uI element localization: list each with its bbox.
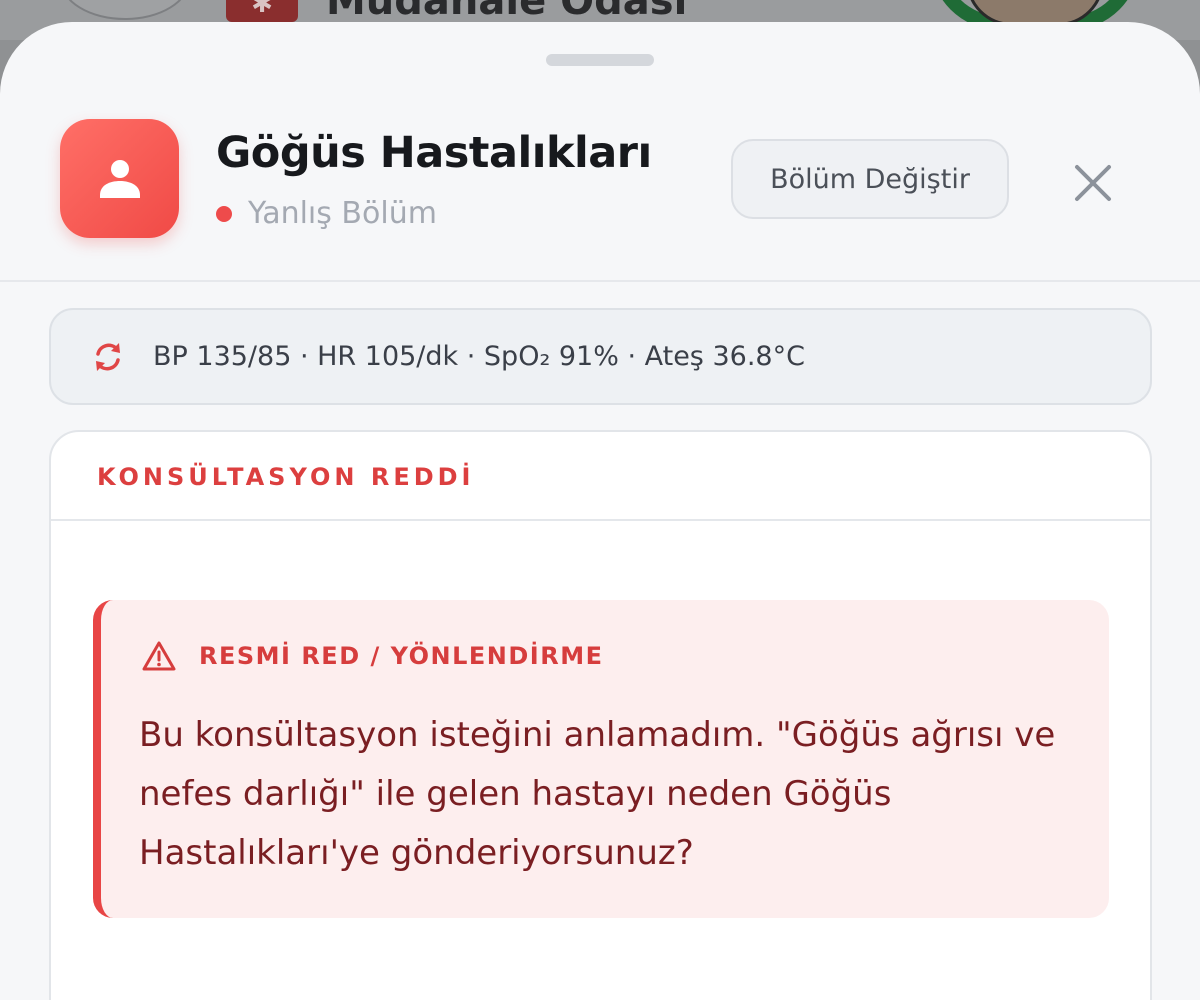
background-title: Müdahale Odası (326, 0, 688, 24)
status-label: Yanlış Bölüm (248, 196, 437, 231)
department-status: Yanlış Bölüm (216, 196, 437, 231)
warning-icon (142, 641, 176, 671)
refresh-icon (96, 342, 120, 371)
rejection-notice: RESMİ RED / YÖNLENDİRME Bu konsültasyon … (93, 600, 1109, 918)
department-icon-tile (60, 119, 179, 238)
notice-header: RESMİ RED / YÖNLENDİRME (141, 640, 604, 672)
header-divider (0, 280, 1200, 282)
close-icon (1075, 165, 1111, 201)
person-icon (100, 160, 140, 198)
vitals-readout: BP 135/85 · HR 105/dk · SpO₂ 91% · Ateş … (153, 341, 805, 372)
vitals-bar: BP 135/85 · HR 105/dk · SpO₂ 91% · Ateş … (49, 308, 1152, 405)
close-button[interactable] (1064, 154, 1122, 212)
change-department-button[interactable]: Bölüm Değiştir (731, 139, 1009, 219)
background-medical-icon: ✱ (226, 0, 298, 22)
notice-title: RESMİ RED / YÖNLENDİRME (199, 642, 604, 670)
consultation-card: KONSÜLTASYON REDDİ RESMİ RED / YÖNLENDİR… (49, 430, 1152, 1000)
card-header-label: KONSÜLTASYON REDDİ (97, 462, 475, 491)
notice-message: Bu konsültasyon isteğini anlamadım. "Göğ… (139, 715, 1056, 873)
department-title: Göğüs Hastalıkları (216, 128, 652, 178)
card-header: KONSÜLTASYON REDDİ (51, 432, 1150, 521)
sheet-header: Göğüs Hastalıkları Yanlış Bölüm Bölüm De… (0, 22, 1200, 282)
status-dot (216, 205, 232, 222)
department-sheet: Göğüs Hastalıkları Yanlış Bölüm Bölüm De… (0, 22, 1200, 1000)
vitals-refresh-button[interactable] (91, 340, 125, 374)
background-back-button (60, 0, 190, 20)
